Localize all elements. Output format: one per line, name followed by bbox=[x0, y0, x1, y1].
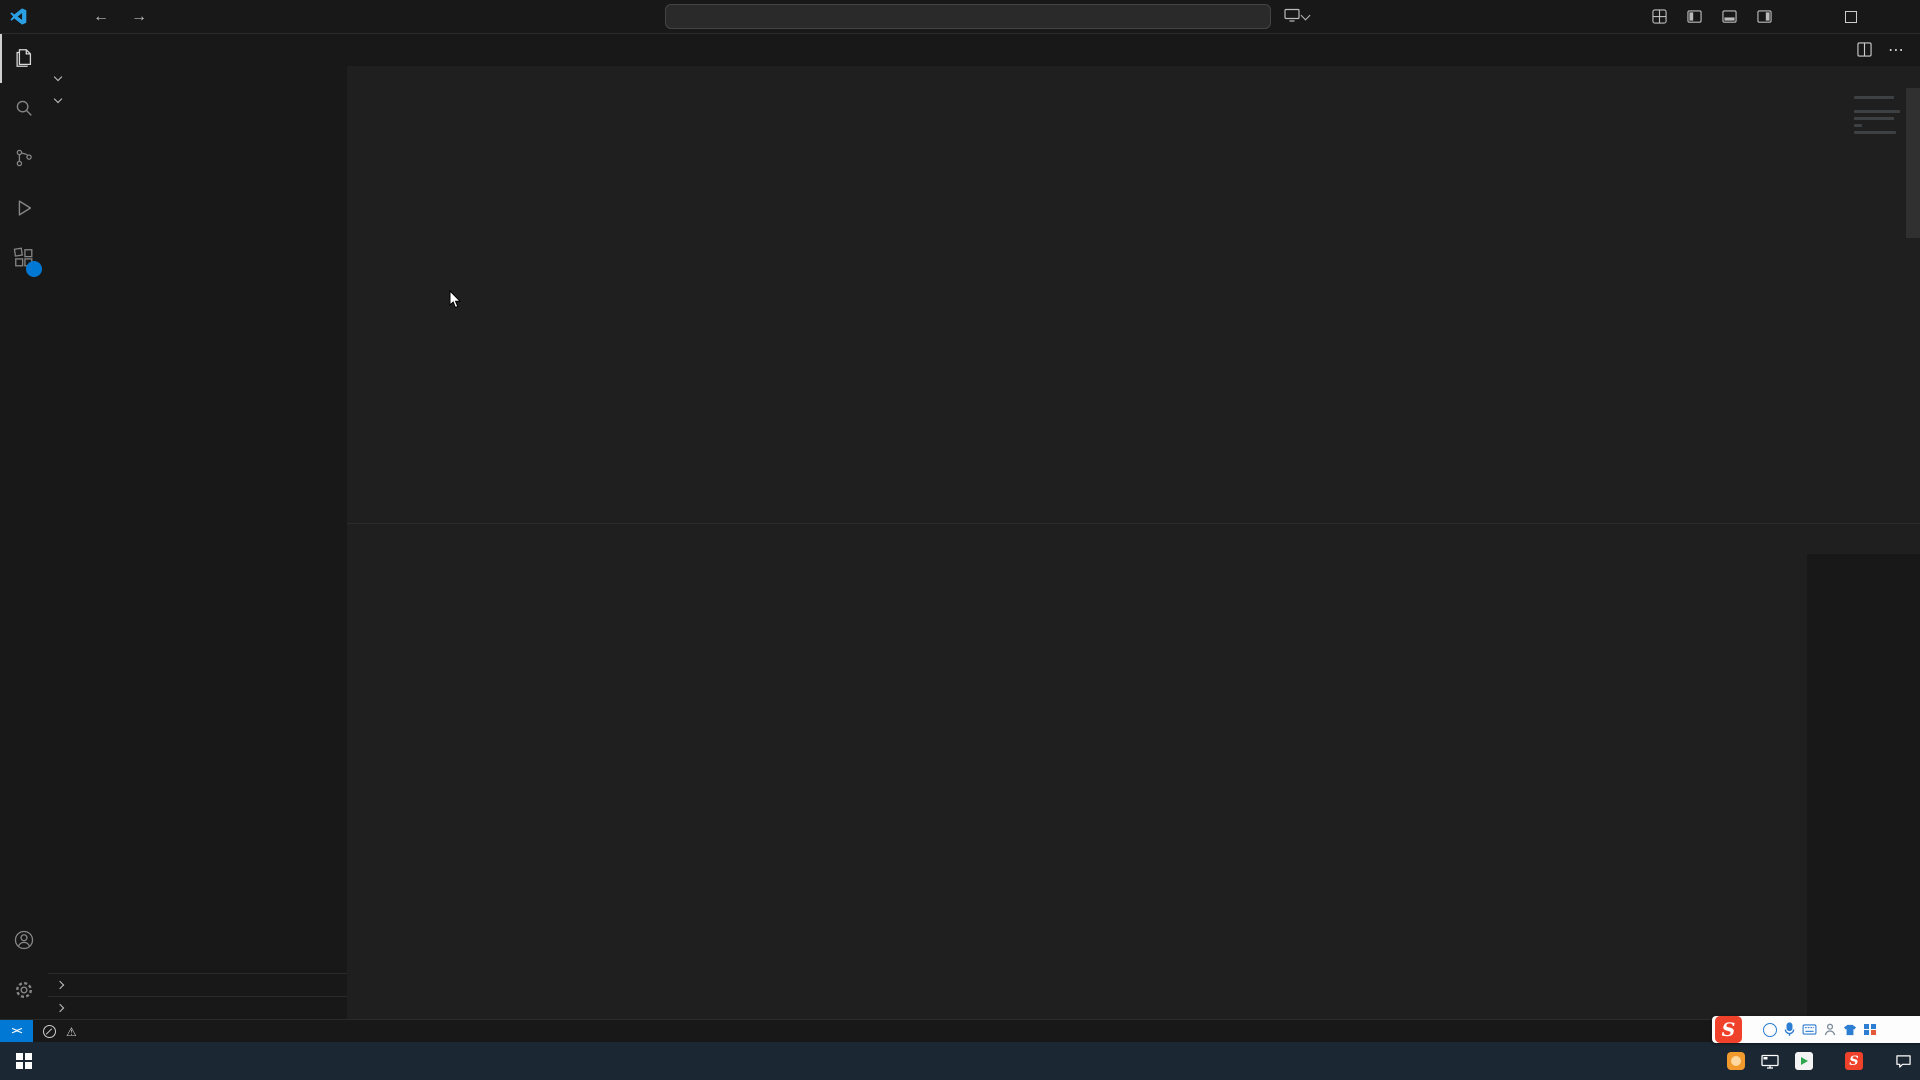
account-icon[interactable] bbox=[0, 915, 48, 965]
sogou-logo-icon[interactable]: S bbox=[1715, 1016, 1742, 1043]
emoji-icon[interactable] bbox=[1763, 1023, 1777, 1037]
microphone-icon[interactable] bbox=[1784, 1022, 1795, 1037]
terminal[interactable] bbox=[347, 554, 1807, 1019]
activity-bar bbox=[0, 33, 49, 1019]
extensions-badge bbox=[26, 261, 42, 277]
split-editor-icon[interactable] bbox=[1857, 42, 1872, 57]
tray-network-icon[interactable] bbox=[1761, 1054, 1779, 1069]
windows-taskbar: S bbox=[0, 1042, 1920, 1080]
source-control-icon[interactable] bbox=[0, 133, 48, 183]
settings-gear-icon[interactable] bbox=[0, 965, 48, 1015]
explorer-sidebar bbox=[48, 33, 348, 1019]
ime-toolbar: S bbox=[1712, 1016, 1920, 1043]
vscode-logo-icon bbox=[10, 8, 27, 25]
project-section[interactable] bbox=[48, 89, 347, 111]
search-icon[interactable] bbox=[0, 83, 48, 133]
layout-grid-icon[interactable] bbox=[1642, 9, 1677, 24]
minimize-button[interactable] bbox=[1782, 0, 1828, 33]
editor-tab-bar: ⋯ bbox=[347, 33, 1920, 66]
tray-remote-icon[interactable] bbox=[1795, 1052, 1813, 1070]
explorer-icon[interactable] bbox=[0, 33, 48, 83]
terminal-list bbox=[1807, 554, 1920, 1019]
editor-scrollbar[interactable] bbox=[1906, 88, 1920, 238]
start-button[interactable] bbox=[0, 1042, 48, 1080]
toggle-panel-icon[interactable] bbox=[1712, 9, 1747, 24]
timeline-section[interactable] bbox=[48, 996, 347, 1019]
forward-arrow-icon[interactable]: → bbox=[131, 8, 147, 26]
command-center[interactable] bbox=[665, 4, 1271, 29]
system-tray: S bbox=[1727, 1042, 1920, 1080]
title-bar: ← → bbox=[0, 0, 1920, 34]
bottom-panel bbox=[347, 523, 1920, 1019]
breadcrumb[interactable] bbox=[347, 66, 1920, 88]
skin-icon[interactable] bbox=[1843, 1024, 1857, 1036]
remote-indicator[interactable]: >< bbox=[0, 1020, 33, 1043]
mouse-cursor bbox=[449, 290, 462, 309]
code-editor[interactable] bbox=[347, 88, 1920, 523]
vscode-window: ← → bbox=[0, 0, 1920, 1080]
titlebar-right bbox=[1642, 0, 1920, 33]
windows-logo-icon bbox=[16, 1053, 32, 1069]
toggle-sidebar-icon[interactable] bbox=[1677, 9, 1712, 24]
close-button[interactable] bbox=[1874, 0, 1920, 33]
panel-tabs bbox=[347, 524, 1920, 552]
history-nav: ← → bbox=[93, 8, 147, 26]
outline-section[interactable] bbox=[48, 973, 347, 996]
status-bar: >< ⚠ bbox=[0, 1019, 1920, 1043]
editor-more-actions-icon[interactable]: ⋯ bbox=[1888, 40, 1904, 60]
notification-center-icon[interactable] bbox=[1895, 1054, 1912, 1069]
problems-status[interactable]: ⚠ bbox=[43, 1025, 82, 1039]
errors-icon bbox=[43, 1025, 56, 1038]
ime-menu-grid-icon[interactable] bbox=[1864, 1024, 1876, 1036]
warnings-icon: ⚠ bbox=[66, 1025, 77, 1039]
toggle-secondary-sidebar-icon[interactable] bbox=[1747, 9, 1782, 24]
minimap[interactable] bbox=[1854, 92, 1902, 138]
tray-sogou-icon[interactable]: S bbox=[1845, 1052, 1863, 1070]
extensions-icon[interactable] bbox=[0, 233, 48, 283]
browser-preview-icon[interactable] bbox=[1284, 8, 1309, 22]
open-editors-section[interactable] bbox=[48, 67, 347, 89]
keyboard-icon[interactable] bbox=[1802, 1024, 1817, 1035]
tray-app-icon[interactable] bbox=[1727, 1052, 1745, 1070]
user-icon[interactable] bbox=[1824, 1023, 1836, 1036]
back-arrow-icon[interactable]: ← bbox=[93, 8, 109, 26]
maximize-button[interactable] bbox=[1828, 0, 1874, 33]
run-debug-icon[interactable] bbox=[0, 183, 48, 233]
